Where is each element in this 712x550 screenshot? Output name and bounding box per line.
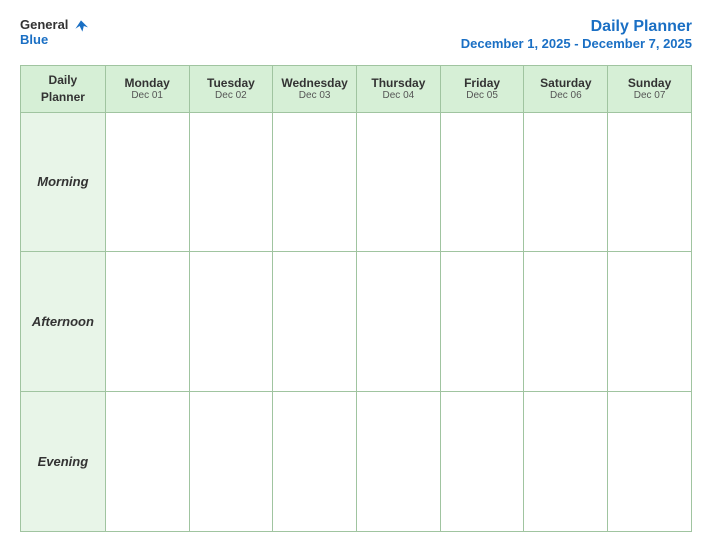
row-morning: Morning: [21, 112, 692, 252]
saturday-date: Dec 06: [526, 90, 605, 101]
planner-table: DailyPlanner Monday Dec 01 Tuesday Dec 0…: [20, 65, 692, 532]
afternoon-monday[interactable]: [105, 252, 189, 392]
header-friday: Friday Dec 05: [440, 66, 524, 113]
header-monday: Monday Dec 01: [105, 66, 189, 113]
tuesday-name: Tuesday: [192, 76, 271, 90]
afternoon-saturday[interactable]: [524, 252, 608, 392]
monday-name: Monday: [108, 76, 187, 90]
logo-area: General Blue: [20, 18, 88, 47]
friday-date: Dec 05: [443, 90, 522, 101]
evening-friday[interactable]: [440, 392, 524, 532]
header-daily-planner: DailyPlanner: [21, 66, 106, 113]
morning-tuesday[interactable]: [189, 112, 273, 252]
page: General Blue Daily Planner December 1, 2…: [0, 0, 712, 550]
evening-sunday[interactable]: [608, 392, 692, 532]
header-thursday: Thursday Dec 04: [357, 66, 441, 113]
logo-general-text: General: [20, 18, 88, 33]
morning-wednesday[interactable]: [273, 112, 357, 252]
row-evening: Evening: [21, 392, 692, 532]
afternoon-sunday[interactable]: [608, 252, 692, 392]
saturday-name: Saturday: [526, 76, 605, 90]
logo-bird-icon: [74, 19, 88, 33]
wednesday-date: Dec 03: [275, 90, 354, 101]
header-wednesday: Wednesday Dec 03: [273, 66, 357, 113]
afternoon-tuesday[interactable]: [189, 252, 273, 392]
morning-saturday[interactable]: [524, 112, 608, 252]
evening-tuesday[interactable]: [189, 392, 273, 532]
afternoon-label: Afternoon: [21, 252, 106, 392]
tuesday-date: Dec 02: [192, 90, 271, 101]
morning-sunday[interactable]: [608, 112, 692, 252]
planner-title: Daily Planner: [461, 18, 692, 36]
morning-friday[interactable]: [440, 112, 524, 252]
evening-monday[interactable]: [105, 392, 189, 532]
evening-label: Evening: [21, 392, 106, 532]
header-tuesday: Tuesday Dec 02: [189, 66, 273, 113]
monday-date: Dec 01: [108, 90, 187, 101]
logo-blue-text: Blue: [20, 33, 48, 47]
header-sunday: Sunday Dec 07: [608, 66, 692, 113]
morning-label: Morning: [21, 112, 106, 252]
sunday-name: Sunday: [610, 76, 689, 90]
row-afternoon: Afternoon: [21, 252, 692, 392]
header: General Blue Daily Planner December 1, 2…: [20, 18, 692, 51]
afternoon-wednesday[interactable]: [273, 252, 357, 392]
afternoon-friday[interactable]: [440, 252, 524, 392]
table-header-row: DailyPlanner Monday Dec 01 Tuesday Dec 0…: [21, 66, 692, 113]
sunday-date: Dec 07: [610, 90, 689, 101]
planner-subtitle: December 1, 2025 - December 7, 2025: [461, 36, 692, 51]
morning-thursday[interactable]: [357, 112, 441, 252]
morning-monday[interactable]: [105, 112, 189, 252]
evening-wednesday[interactable]: [273, 392, 357, 532]
thursday-date: Dec 04: [359, 90, 438, 101]
evening-thursday[interactable]: [357, 392, 441, 532]
thursday-name: Thursday: [359, 76, 438, 90]
evening-saturday[interactable]: [524, 392, 608, 532]
title-area: Daily Planner December 1, 2025 - Decembe…: [461, 18, 692, 51]
friday-name: Friday: [443, 76, 522, 90]
wednesday-name: Wednesday: [275, 76, 354, 90]
afternoon-thursday[interactable]: [357, 252, 441, 392]
header-saturday: Saturday Dec 06: [524, 66, 608, 113]
